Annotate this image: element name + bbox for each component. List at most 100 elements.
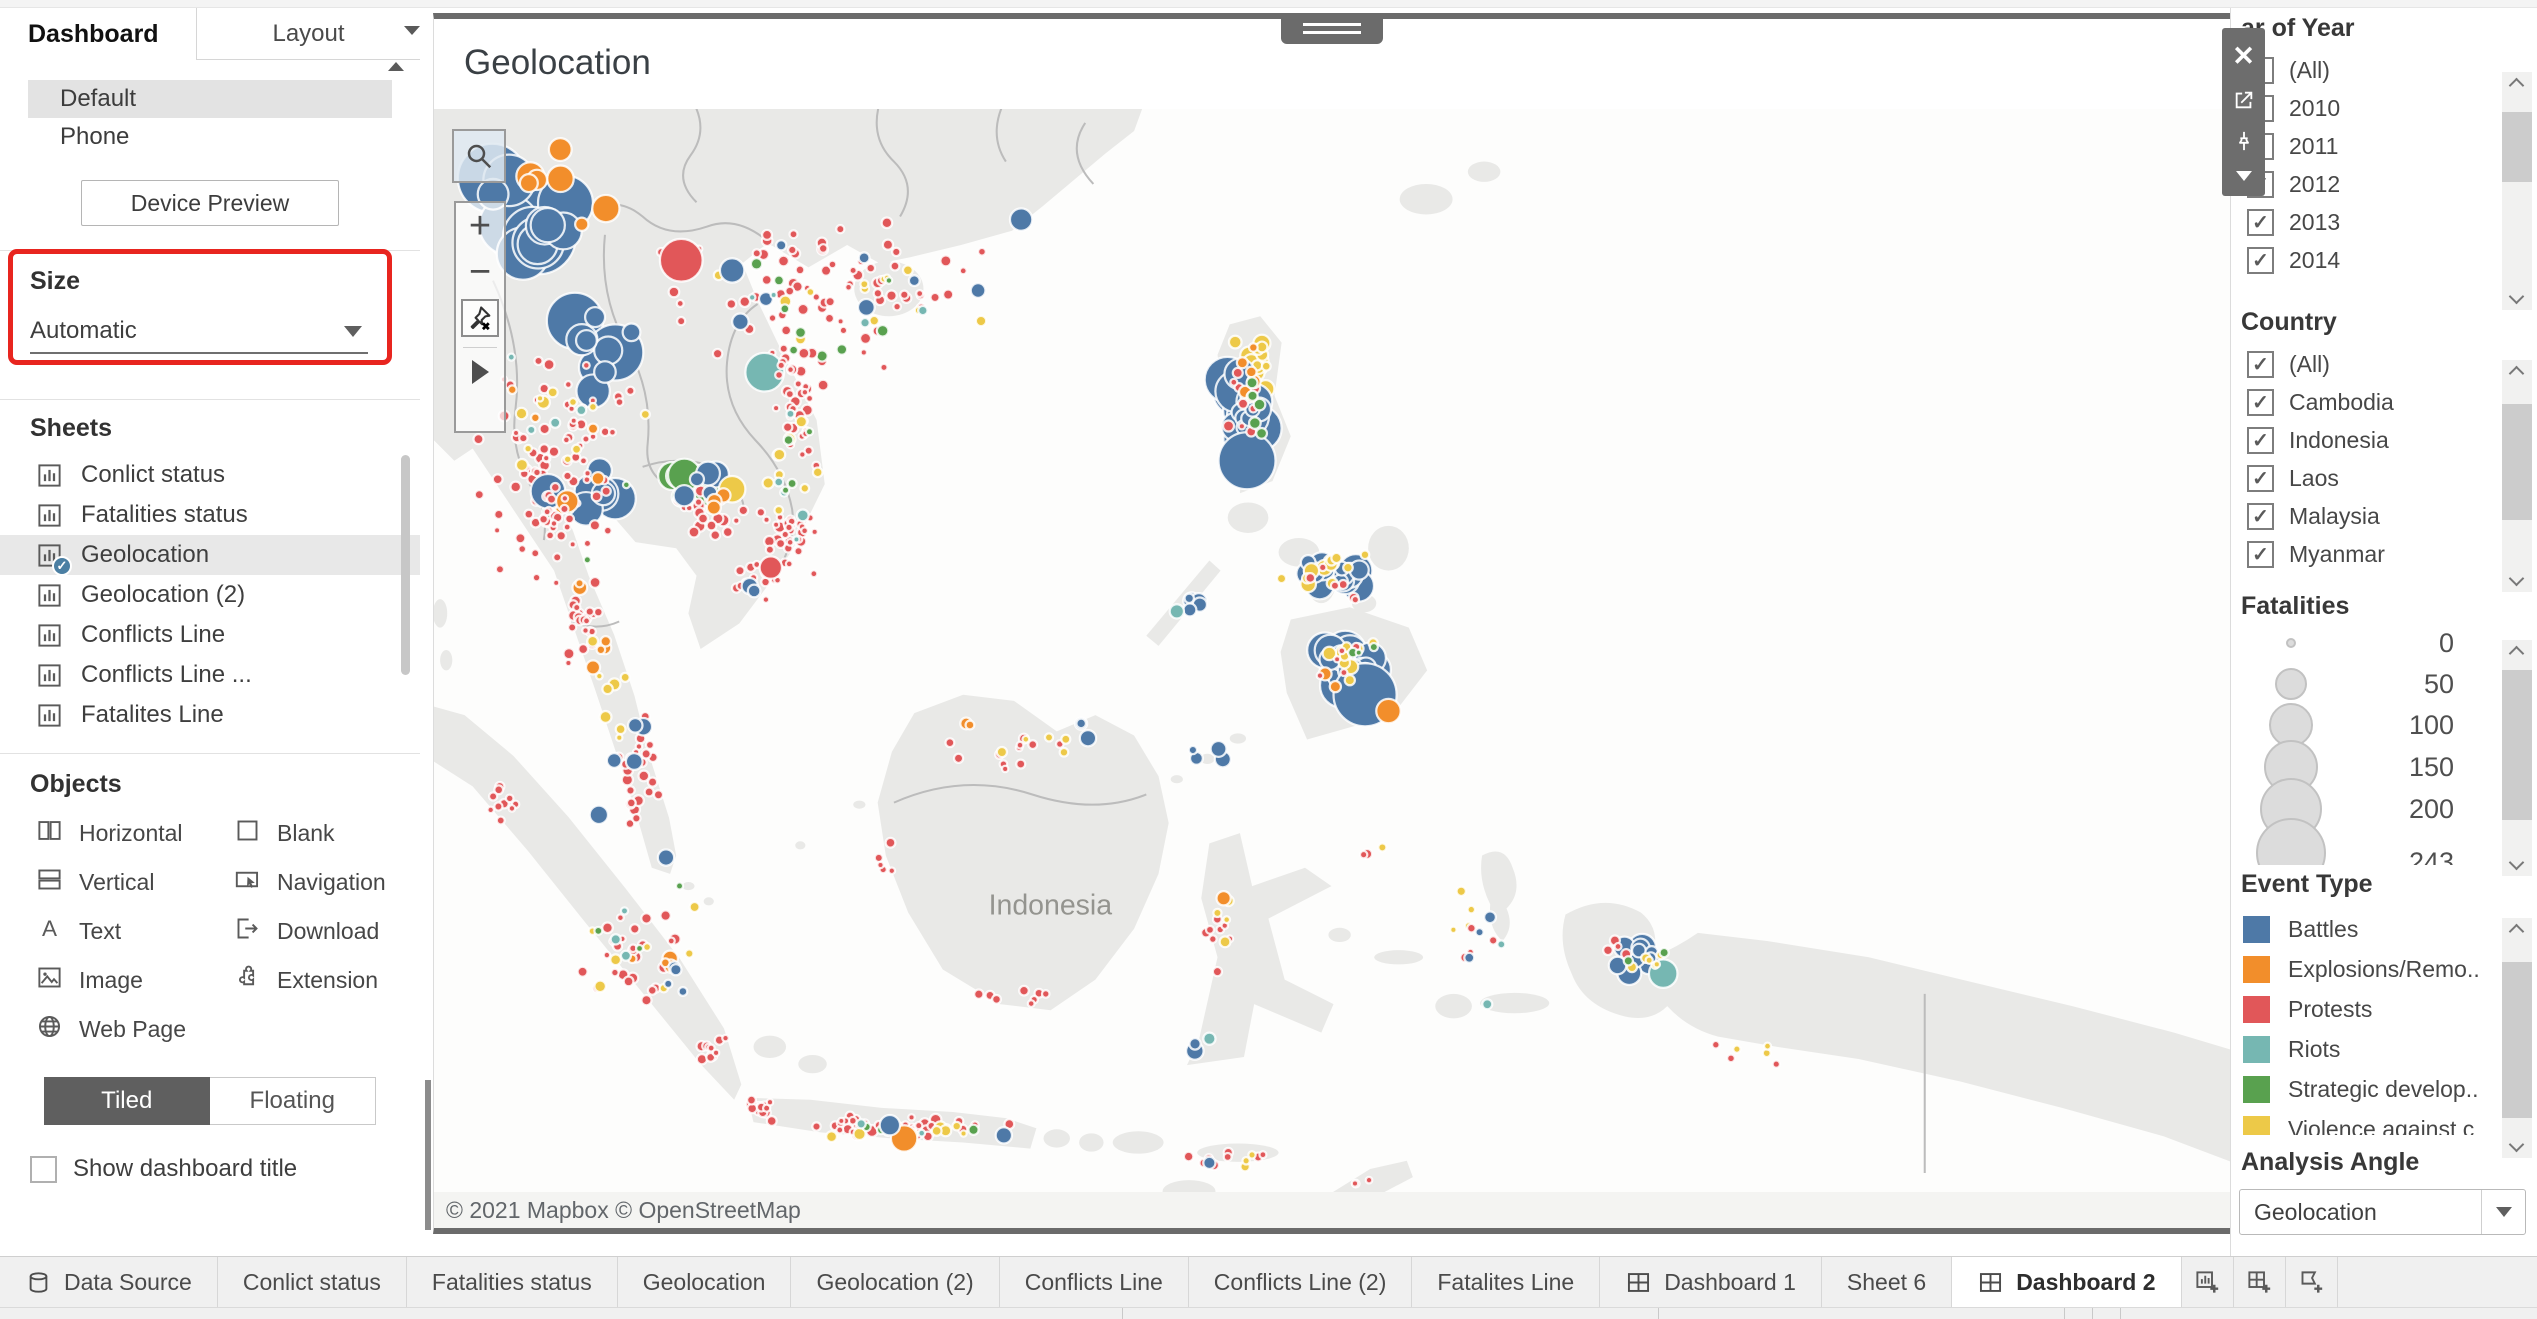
event-type-scrollbar[interactable] [2502, 918, 2532, 1158]
event-mark[interactable] [733, 518, 739, 524]
event-mark[interactable] [588, 424, 598, 434]
bottom-tab-geolocation-2-[interactable]: Geolocation (2) [791, 1257, 999, 1307]
event-type-item[interactable]: Riots [2231, 1029, 2537, 1069]
event-mark[interactable] [875, 854, 883, 862]
map-search-button[interactable] [452, 129, 506, 183]
bottom-tab-geolocation[interactable]: Geolocation [618, 1257, 792, 1307]
event-mark[interactable] [531, 414, 540, 423]
event-mark[interactable] [797, 509, 809, 521]
new-worksheet-button[interactable] [2182, 1257, 2234, 1307]
event-mark[interactable] [621, 951, 631, 961]
event-mark[interactable] [576, 330, 597, 351]
event-mark[interactable] [569, 398, 577, 406]
event-mark[interactable] [1206, 926, 1214, 934]
event-mark[interactable] [796, 416, 807, 427]
event-mark[interactable] [892, 248, 900, 256]
event-mark[interactable] [520, 174, 538, 192]
event-mark[interactable] [1378, 843, 1386, 851]
event-mark[interactable] [568, 623, 576, 631]
event-mark[interactable] [1277, 574, 1286, 583]
event-mark[interactable] [886, 290, 896, 300]
bottom-tab-conflicts-line-2-[interactable]: Conflicts Line (2) [1189, 1257, 1413, 1307]
event-mark[interactable] [565, 381, 572, 388]
event-mark[interactable] [780, 345, 788, 353]
event-mark[interactable] [930, 293, 939, 302]
event-mark[interactable] [534, 357, 542, 365]
scroll-down-icon[interactable] [2509, 289, 2525, 305]
event-mark[interactable] [531, 208, 565, 242]
event-mark[interactable] [1217, 891, 1231, 905]
event-mark[interactable] [1239, 423, 1245, 429]
event-mark[interactable] [563, 648, 574, 659]
event-mark[interactable] [780, 304, 789, 313]
event-mark[interactable] [690, 902, 700, 912]
event-mark[interactable] [1352, 596, 1359, 603]
scroll-up-icon[interactable] [2509, 366, 2525, 382]
map-area[interactable]: Indonesia + − [434, 109, 2230, 1192]
event-mark[interactable] [837, 344, 848, 355]
event-mark[interactable] [739, 506, 748, 515]
event-mark[interactable] [1220, 936, 1231, 947]
event-mark[interactable] [960, 1130, 966, 1136]
event-mark[interactable] [786, 410, 794, 418]
zoom-in-button[interactable]: + [456, 203, 504, 249]
event-mark[interactable] [727, 299, 737, 309]
event-mark[interactable] [707, 501, 721, 515]
country-filter-item[interactable]: ✓Indonesia [2231, 421, 2537, 459]
event-mark[interactable] [582, 627, 589, 634]
event-mark[interactable] [611, 969, 619, 977]
dot-cluster-sing-blue[interactable] [658, 849, 674, 865]
event-mark[interactable] [627, 799, 636, 808]
event-mark[interactable] [658, 849, 674, 865]
year-filter-checkbox[interactable]: ✓ [2247, 247, 2274, 274]
event-mark[interactable] [584, 556, 591, 563]
event-mark[interactable] [551, 483, 560, 492]
event-mark[interactable] [475, 490, 484, 499]
event-mark[interactable] [786, 561, 793, 568]
event-mark[interactable] [829, 261, 837, 269]
country-filter-item[interactable]: ✓(All) [2231, 345, 2537, 383]
sheet-list-item[interactable]: Conlict status [0, 455, 420, 495]
event-mark[interactable] [626, 753, 643, 770]
event-mark[interactable] [735, 566, 744, 575]
event-mark[interactable] [874, 289, 882, 297]
event-mark[interactable] [732, 313, 748, 329]
event-mark[interactable] [1482, 999, 1492, 1009]
event-mark[interactable] [654, 790, 663, 799]
dot-cluster-mongcai-blue[interactable] [1010, 208, 1032, 230]
event-mark[interactable] [952, 1122, 961, 1131]
event-mark[interactable] [880, 1115, 900, 1135]
event-mark[interactable] [818, 380, 829, 391]
event-mark[interactable] [679, 987, 688, 996]
sheet-list-item[interactable]: Conflicts Line ... [0, 655, 420, 695]
event-mark[interactable] [582, 435, 589, 442]
object-item-blank[interactable]: Blank [234, 819, 420, 847]
event-mark[interactable] [1230, 379, 1237, 386]
event-mark[interactable] [584, 540, 591, 547]
country-filter-checkbox[interactable]: ✓ [2247, 427, 2274, 454]
event-mark[interactable] [1028, 740, 1037, 749]
event-mark[interactable] [646, 741, 654, 749]
event-mark[interactable] [1076, 719, 1086, 729]
event-mark[interactable] [527, 426, 535, 434]
event-mark[interactable] [1183, 603, 1196, 616]
event-mark[interactable] [763, 477, 774, 488]
zone-drag-handle[interactable] [1281, 13, 1383, 44]
event-mark[interactable] [611, 934, 621, 944]
event-mark[interactable] [610, 954, 621, 965]
chevron-down-icon[interactable] [2236, 171, 2252, 181]
event-mark[interactable] [628, 718, 642, 732]
new-story-button[interactable] [2286, 1257, 2338, 1307]
event-mark[interactable] [1366, 1177, 1373, 1184]
event-mark[interactable] [648, 777, 657, 786]
event-mark[interactable] [798, 304, 809, 315]
dot-cluster-palawan-teal[interactable] [1170, 604, 1184, 618]
event-mark[interactable] [877, 325, 889, 337]
event-mark[interactable] [617, 914, 624, 921]
event-mark[interactable] [560, 505, 568, 513]
event-mark[interactable] [669, 287, 680, 298]
bottom-tab-data-source[interactable]: Data Source [0, 1257, 218, 1307]
event-mark[interactable] [1259, 1151, 1266, 1158]
event-mark[interactable] [1010, 208, 1032, 230]
event-mark[interactable] [519, 434, 527, 442]
